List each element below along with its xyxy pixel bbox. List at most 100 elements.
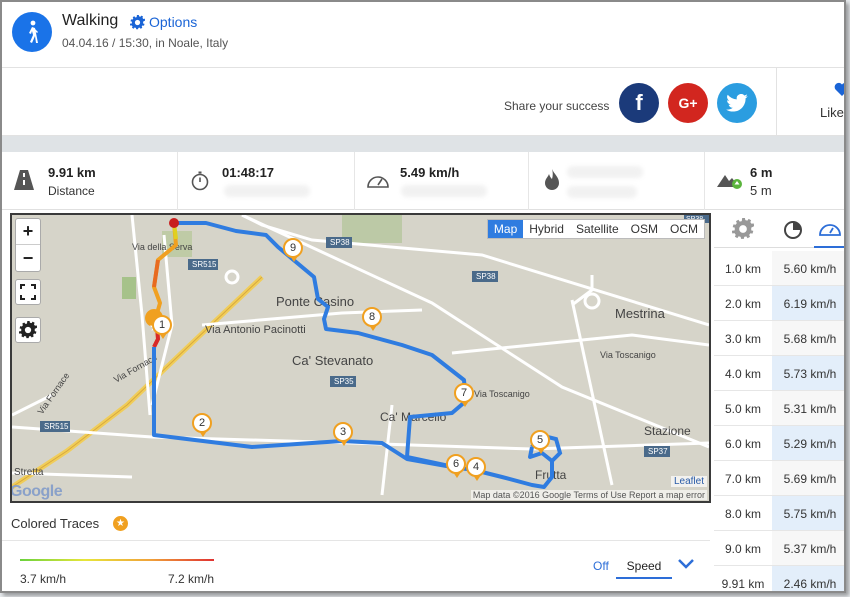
- map-layer-tabs: Map Hybrid Satellite OSM OCM: [486, 219, 705, 239]
- km-marker[interactable]: 2: [192, 413, 212, 437]
- twitter-share-button[interactable]: [717, 83, 757, 123]
- google-logo: Google: [10, 483, 63, 500]
- split-row[interactable]: 9.0 km 5.37 km/h: [714, 531, 844, 566]
- street-label: Via Toscanigo: [600, 350, 656, 360]
- tab-map[interactable]: Map: [487, 220, 524, 238]
- road-shield-label: SP38: [476, 272, 496, 281]
- tab-osm[interactable]: OSM: [625, 220, 664, 238]
- km-marker[interactable]: 9: [283, 238, 303, 262]
- road-shield-label: SP38: [330, 238, 350, 247]
- split-row[interactable]: 1.0 km 5.60 km/h: [714, 251, 844, 286]
- heart-icon[interactable]: [834, 82, 846, 96]
- map-attribution[interactable]: Map data ©2016 Google Terms of Use Repor…: [470, 490, 707, 500]
- km-marker-label: 3: [339, 426, 347, 438]
- tab-ocm[interactable]: OCM: [664, 220, 704, 238]
- likes-divider: [776, 68, 777, 136]
- split-row[interactable]: 2.0 km 6.19 km/h: [714, 286, 844, 321]
- km-marker-label: 4: [472, 461, 480, 473]
- activity-header: Walking Options 04.04.16 / 15:30, in Noa…: [2, 2, 844, 68]
- split-row[interactable]: 7.0 km 5.69 km/h: [714, 461, 844, 496]
- splits-table: 1.0 km 5.60 km/h 2.0 km 6.19 km/h 3.0 km 5.68…: [714, 210, 844, 591]
- stat-calories: [529, 152, 705, 210]
- split-speed: 5.60 km/h: [772, 251, 844, 285]
- km-marker[interactable]: 5: [530, 430, 550, 454]
- facebook-icon: f: [635, 90, 643, 115]
- speed-value: 5.49 km/h: [400, 165, 460, 180]
- place-label: Mestrina: [615, 306, 666, 321]
- elevation-sub: 5 m: [750, 183, 772, 198]
- split-row[interactable]: 9.91 km 2.46 km/h: [714, 566, 844, 591]
- speedometer-icon[interactable]: [818, 220, 842, 238]
- split-speed: 6.19 km/h: [772, 286, 844, 320]
- star-icon: ★: [113, 516, 128, 531]
- road-shield-label: SP35: [334, 377, 354, 386]
- activity-panel: Walking Options 04.04.16 / 15:30, in Noa…: [0, 0, 846, 593]
- marker-pin-tail: [159, 333, 167, 339]
- blurred-label: [567, 186, 637, 198]
- gear-icon: [130, 14, 145, 29]
- tab-hybrid[interactable]: Hybrid: [523, 220, 570, 238]
- marker-pin-tail: [453, 472, 461, 478]
- facebook-share-button[interactable]: f: [619, 83, 659, 123]
- marker-pin-tail: [290, 256, 298, 262]
- km-marker[interactable]: 6: [446, 454, 466, 478]
- traces-off-option[interactable]: Off: [593, 559, 609, 573]
- place-label: Ca' Stevanato: [292, 353, 373, 368]
- start-point[interactable]: [169, 218, 179, 228]
- tab-satellite[interactable]: Satellite: [570, 220, 625, 238]
- map-canvas[interactable]: Ponte Casino Ca' Stevanato Ca' Marcello …: [12, 215, 709, 501]
- split-row[interactable]: 8.0 km 5.75 km/h: [714, 496, 844, 531]
- split-distance: 9.91 km: [721, 577, 765, 591]
- street-label: Via Toscanigo: [474, 389, 530, 399]
- flame-icon: [545, 169, 559, 190]
- leaflet-link[interactable]: Leaflet: [670, 476, 707, 487]
- split-distance: 2.0 km: [724, 297, 761, 311]
- gear-icon[interactable]: [732, 218, 754, 240]
- km-marker-label: 5: [536, 434, 544, 446]
- stats-bar: 9.91 km Distance 01:48:17 5.49 km/h 6 m …: [2, 152, 844, 210]
- split-row[interactable]: 3.0 km 5.68 km/h: [714, 321, 844, 356]
- split-speed: 5.29 km/h: [772, 426, 844, 460]
- colored-traces-header: Colored Traces ★: [2, 509, 710, 541]
- legend-min-speed: 3.7 km/h: [20, 572, 67, 586]
- colored-traces-label: Colored Traces: [11, 516, 100, 531]
- activity-title: Walking: [62, 12, 119, 29]
- section-divider: [2, 136, 844, 152]
- split-distance: 3.0 km: [724, 332, 761, 346]
- km-marker-label: 2: [198, 417, 206, 429]
- road-shield-label: SR515: [192, 260, 217, 269]
- split-speed: 5.68 km/h: [772, 321, 844, 355]
- options-button[interactable]: Options: [130, 14, 197, 30]
- google-plus-share-button[interactable]: G+: [668, 83, 708, 123]
- pace-icon[interactable]: [782, 218, 804, 240]
- km-marker[interactable]: 8: [362, 307, 382, 331]
- km-marker[interactable]: 4: [466, 457, 486, 481]
- km-marker[interactable]: 3: [333, 422, 353, 446]
- split-speed: 5.73 km/h: [772, 356, 844, 390]
- traces-speed-option[interactable]: Speed: [616, 555, 672, 579]
- chevron-down-icon[interactable]: [677, 558, 695, 570]
- place-label: Ponte Casino: [276, 294, 354, 309]
- zoom-in-button[interactable]: +: [16, 219, 40, 245]
- blurred-label: [224, 185, 310, 197]
- duration-value: 01:48:17: [222, 165, 275, 180]
- km-marker[interactable]: 1: [152, 315, 172, 339]
- km-marker-label: 8: [368, 311, 376, 323]
- road-shield-label: SP37: [648, 447, 668, 456]
- route-map[interactable]: Ponte Casino Ca' Stevanato Ca' Marcello …: [10, 213, 711, 503]
- split-row[interactable]: 6.0 km 5.29 km/h: [714, 426, 844, 461]
- km-marker-label: 6: [452, 458, 460, 470]
- likes-label[interactable]: Likes: [820, 105, 844, 120]
- stat-speed: 5.49 km/h: [355, 152, 529, 210]
- split-row[interactable]: 4.0 km 5.73 km/h: [714, 356, 844, 391]
- fullscreen-button[interactable]: [15, 279, 41, 305]
- fullscreen-icon: [20, 284, 36, 300]
- split-row[interactable]: 5.0 km 5.31 km/h: [714, 391, 844, 426]
- elevation-icon: [717, 175, 742, 189]
- zoom-out-button[interactable]: −: [16, 245, 40, 271]
- map-settings-button[interactable]: [15, 317, 41, 343]
- split-distance: 7.0 km: [724, 472, 761, 486]
- km-marker[interactable]: 7: [454, 383, 474, 407]
- marker-pin-tail: [340, 440, 348, 446]
- share-label: Share your success: [504, 99, 610, 113]
